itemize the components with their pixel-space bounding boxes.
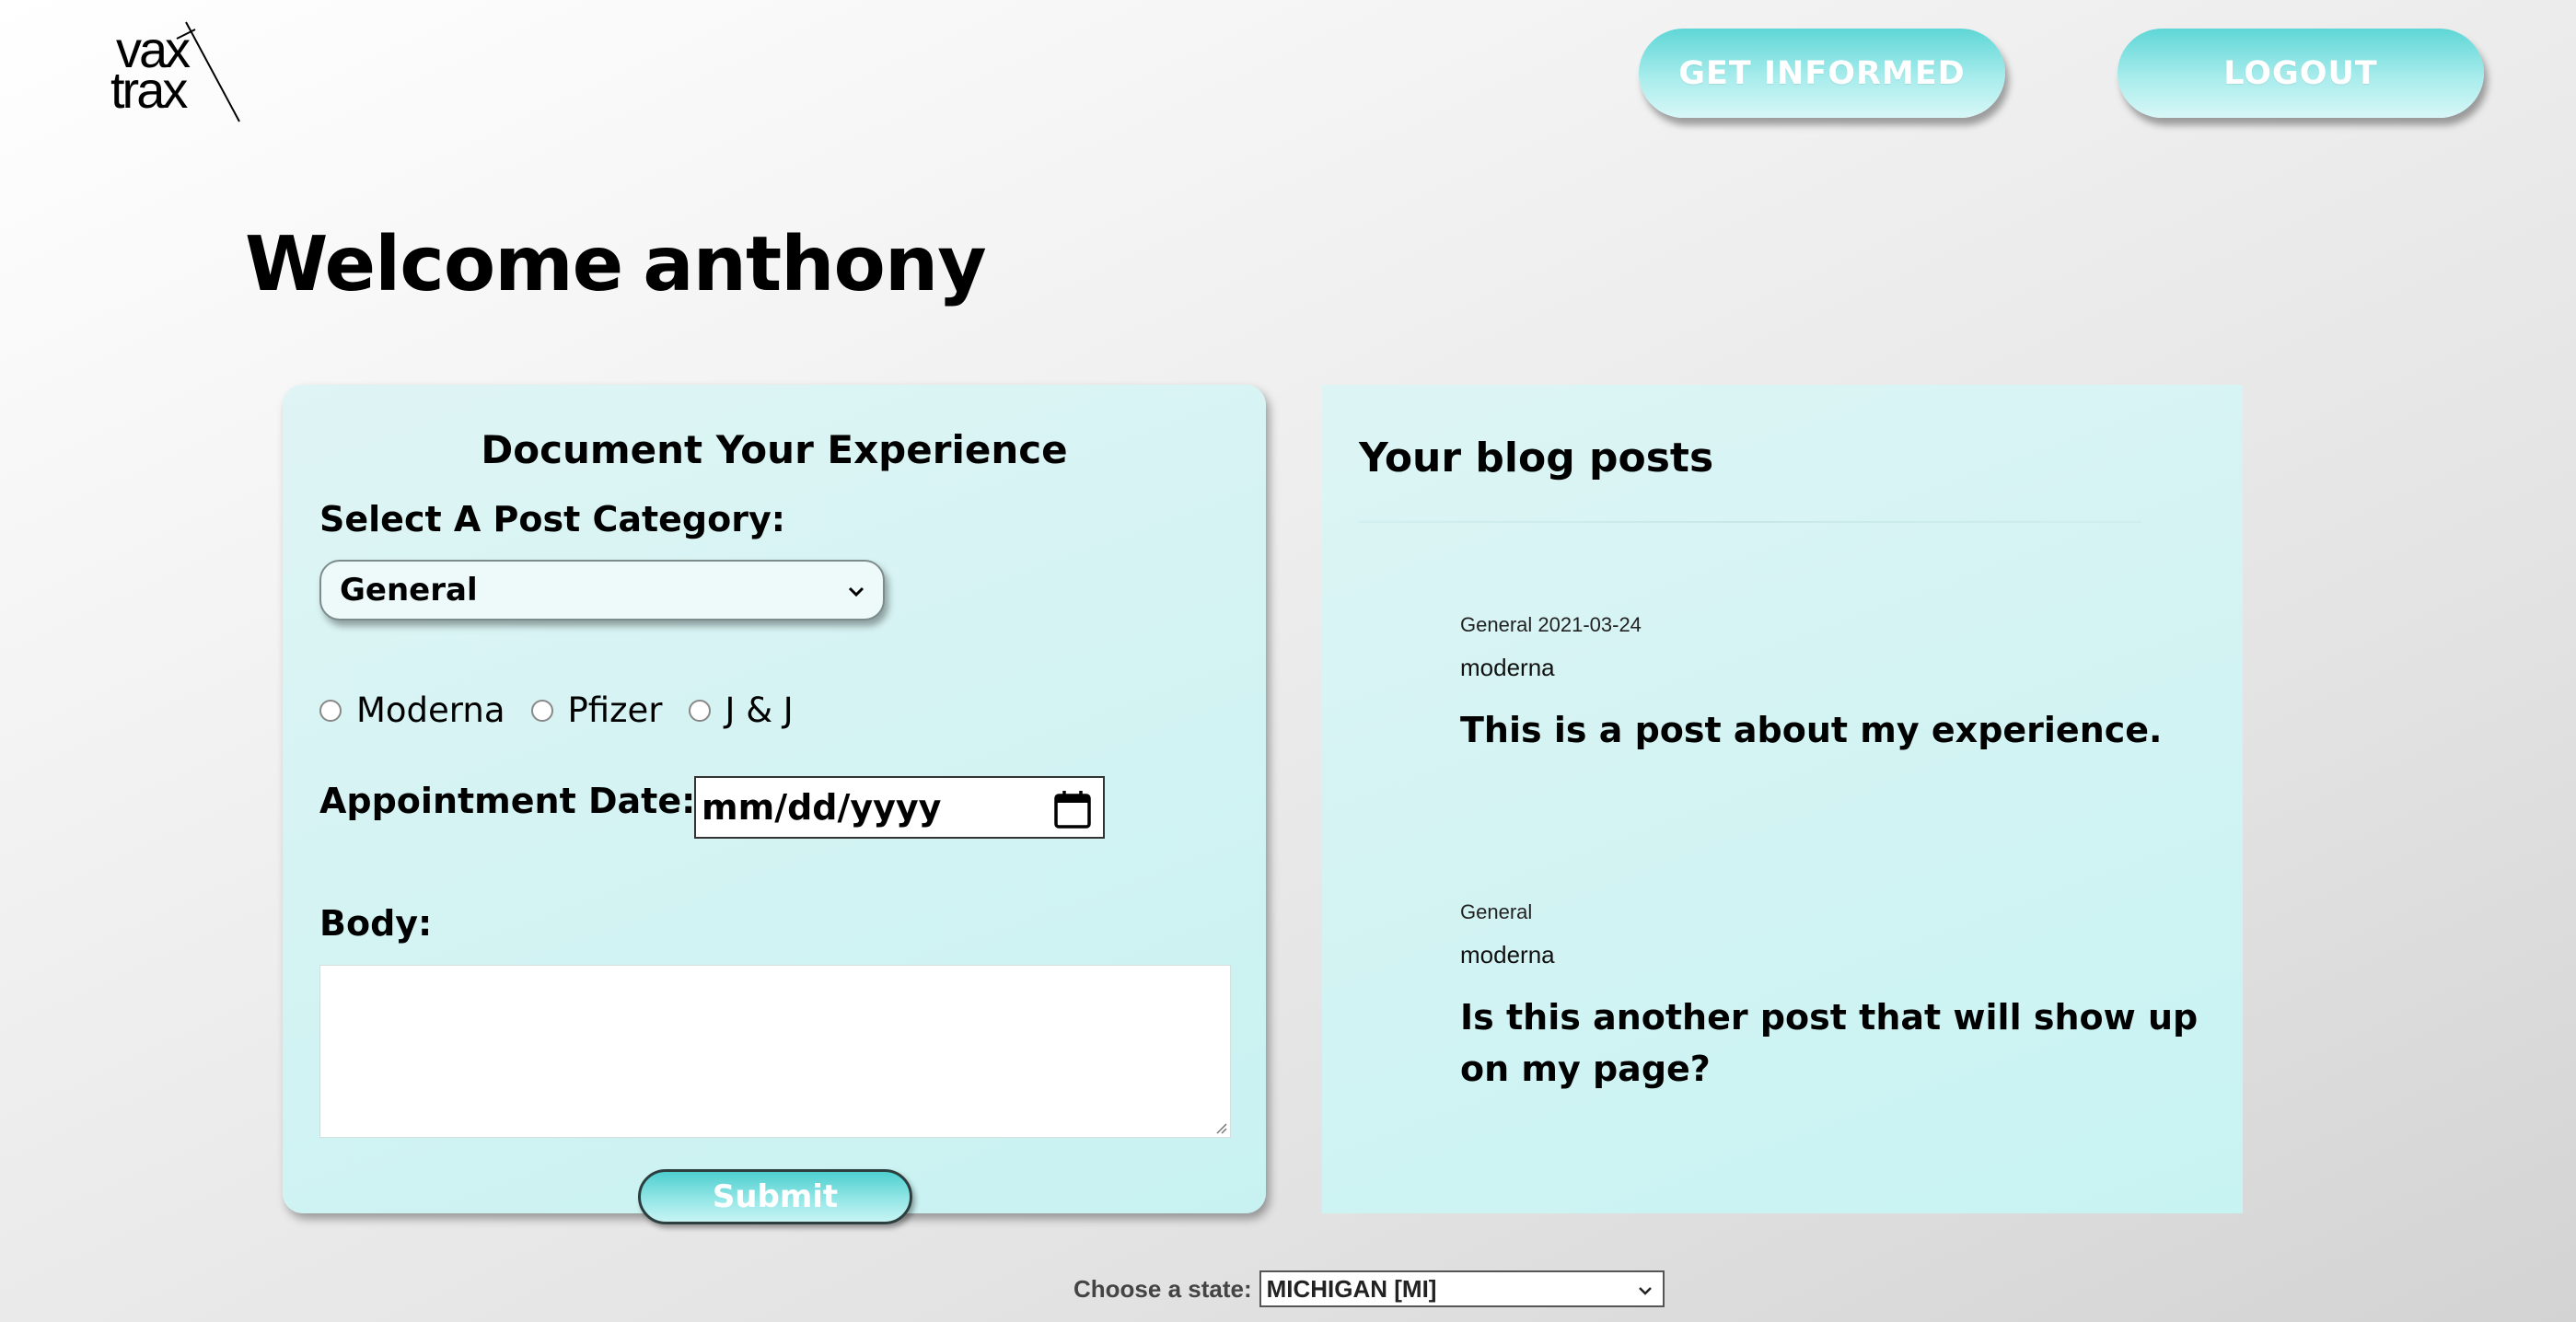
radio-moderna[interactable]: Moderna xyxy=(319,690,505,730)
state-chooser: Choose a state: MICHIGAN [MI] xyxy=(1073,1270,1665,1307)
blog-post: General 2021-03-24 moderna This is a pos… xyxy=(1460,613,2215,756)
get-informed-button[interactable]: GET INFORMED xyxy=(1639,29,2005,118)
post-meta: General xyxy=(1460,900,1533,923)
post-vaccine: moderna xyxy=(1460,654,1555,681)
syringe-icon xyxy=(176,21,240,122)
state-select[interactable]: MICHIGAN [MI] xyxy=(1259,1270,1665,1307)
category-label: Select A Post Category: xyxy=(319,499,785,539)
state-selected-value: MICHIGAN [MI] xyxy=(1266,1274,1437,1303)
category-selected-value: General xyxy=(340,572,478,609)
radio-label-pfizer: Pfizer xyxy=(567,690,663,730)
welcome-username: anthony xyxy=(643,221,986,308)
welcome-greeting: Welcome xyxy=(245,221,623,308)
vaxtrax-logo[interactable]: vax trax xyxy=(110,18,249,124)
post-text: Is this another post that will show up o… xyxy=(1460,997,2199,1089)
divider xyxy=(1359,521,2141,523)
post-meta: General 2021-03-24 xyxy=(1460,613,1642,636)
body-label: Body: xyxy=(319,903,433,944)
body-textarea[interactable] xyxy=(319,965,1231,1138)
chevron-down-icon xyxy=(848,586,864,597)
blog-post: General moderna Is this another post tha… xyxy=(1460,900,2215,1095)
blog-posts-panel: Your blog posts General 2021-03-24 moder… xyxy=(1322,385,2243,1213)
calendar-icon[interactable] xyxy=(1053,789,1092,829)
page-title: Welcome anthony xyxy=(245,221,1006,308)
form-title: Document Your Experience xyxy=(481,427,1068,472)
radio-button[interactable] xyxy=(688,699,711,722)
logout-button[interactable]: LOGOUT xyxy=(2118,29,2484,118)
resize-handle-icon[interactable] xyxy=(1213,1120,1228,1135)
state-label: Choose a state: xyxy=(1073,1274,1252,1303)
radio-pfizer[interactable]: Pfizer xyxy=(530,690,663,730)
radio-label-jj: J & J xyxy=(725,690,794,730)
chevron-down-icon xyxy=(1638,1287,1652,1295)
radio-label-moderna: Moderna xyxy=(356,690,505,730)
radio-jj[interactable]: J & J xyxy=(688,690,794,730)
radio-button[interactable] xyxy=(530,699,553,722)
post-vaccine: moderna xyxy=(1460,941,1555,968)
vaccine-radio-group: Moderna Pfizer J & J xyxy=(319,690,819,730)
radio-button[interactable] xyxy=(319,699,342,722)
blog-posts-title: Your blog posts xyxy=(1359,435,1714,481)
date-placeholder: mm/dd/yyyy xyxy=(702,787,942,828)
submit-button[interactable]: Submit xyxy=(638,1169,912,1224)
appointment-date-label: Appointment Date: xyxy=(319,781,696,821)
appointment-date-input[interactable]: mm/dd/yyyy xyxy=(694,776,1105,839)
post-form-card: Document Your Experience Select A Post C… xyxy=(283,385,1266,1224)
post-text: This is a post about my experience. xyxy=(1460,710,2163,750)
category-select[interactable]: General xyxy=(319,560,885,620)
